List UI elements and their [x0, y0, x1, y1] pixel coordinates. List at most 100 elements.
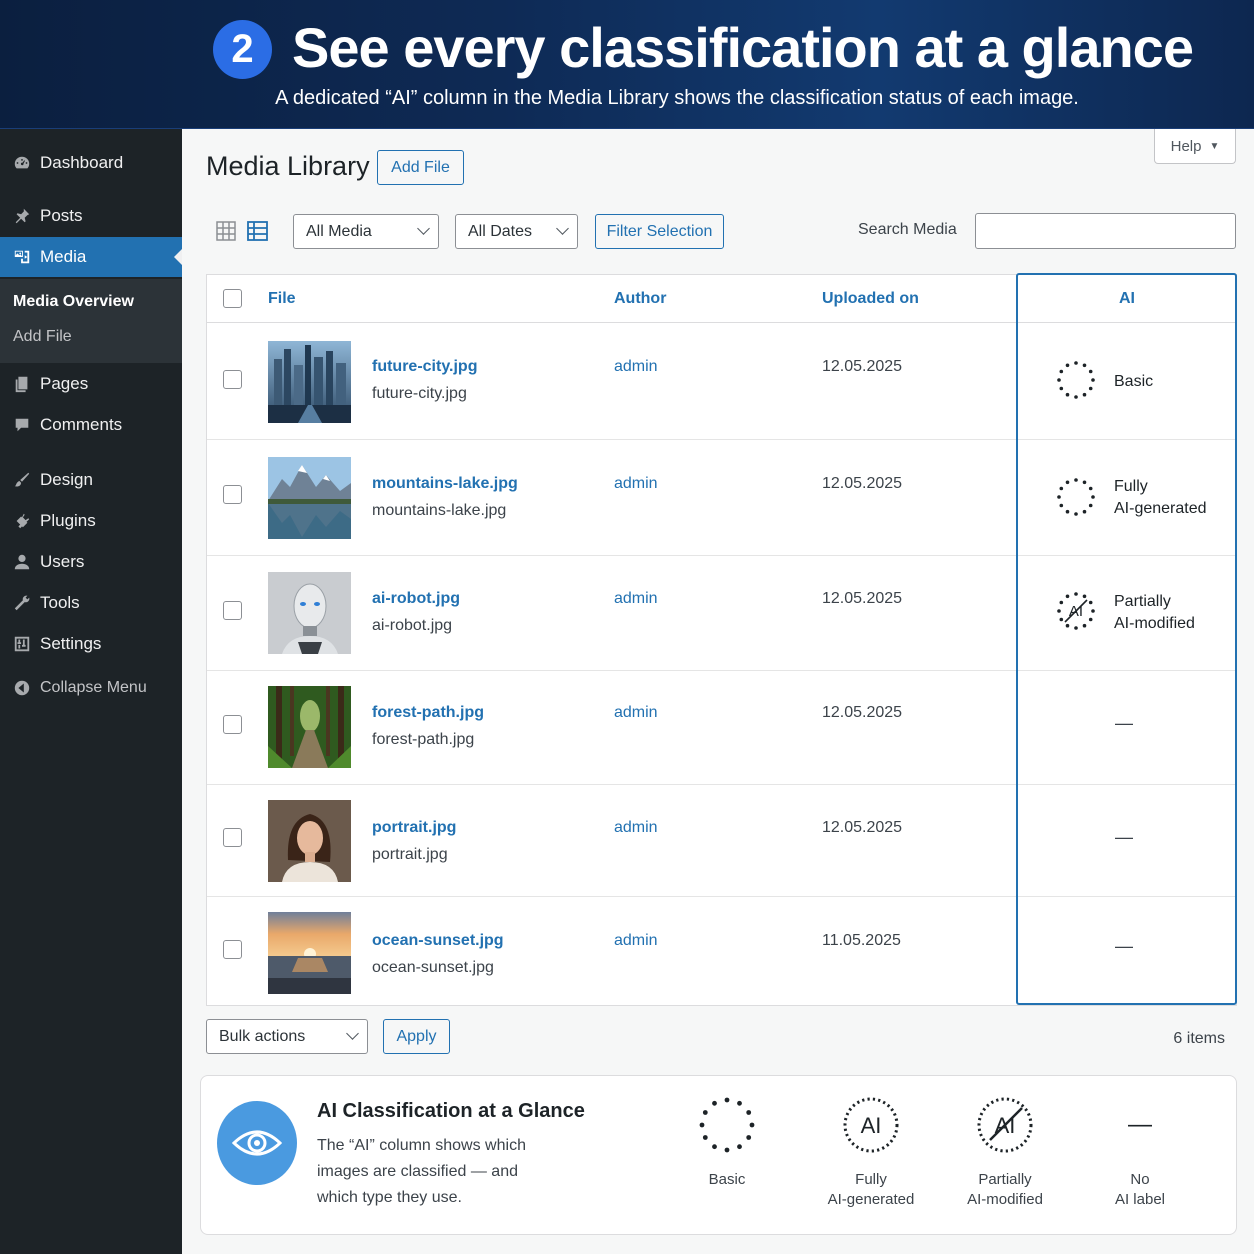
date-select[interactable]: All Dates	[455, 214, 578, 249]
ai-partially-icon: AI	[977, 1097, 1033, 1153]
page-title: Media Library	[206, 151, 370, 181]
row-checkbox[interactable]	[223, 601, 242, 620]
add-file-button[interactable]: Add File	[377, 150, 464, 185]
sidebar-item-posts[interactable]: Posts	[0, 196, 182, 236]
apply-button[interactable]: Apply	[383, 1019, 450, 1054]
author-link[interactable]: admin	[614, 475, 658, 493]
basic-icon	[699, 1097, 755, 1153]
author-link[interactable]: admin	[614, 819, 658, 837]
ai-status-cell: Fully AI-generated	[1018, 440, 1236, 556]
sidebar-item-label: Dashboard	[40, 153, 124, 172]
plug-icon	[12, 511, 32, 531]
thumbnail-mountains-lake[interactable]	[268, 457, 351, 539]
submenu-add-file[interactable]: Add File	[13, 328, 72, 346]
table-row: portrait.jpg portrait.jpg admin 12.05.20…	[207, 785, 1236, 897]
legend-description: The “AI” column shows which images are c…	[317, 1137, 526, 1206]
legend-label-line2: AI-modified	[967, 1191, 1043, 1208]
sidebar-item-label: Comments	[40, 415, 123, 434]
sidebar-item-label: Posts	[40, 206, 83, 225]
sidebar-item-plugins[interactable]: Plugins	[0, 501, 182, 541]
thumbnail-portrait[interactable]	[268, 800, 351, 882]
table-row: future-city.jpg future-city.jpg admin 12…	[207, 323, 1236, 440]
author-link[interactable]: admin	[614, 932, 658, 950]
legend-item-fully: AI Fully AI-generated	[811, 1096, 931, 1210]
legend-card: AI Classification at a Glance The “AI” c…	[200, 1075, 1237, 1235]
list-view-icon[interactable]	[247, 221, 268, 241]
author-link[interactable]: admin	[614, 590, 658, 608]
bulk-actions-value: Bulk actions	[219, 1027, 306, 1045]
comment-icon	[12, 415, 32, 435]
help-button[interactable]: Help ▼	[1154, 129, 1236, 164]
thumbnail-ocean-sunset[interactable]	[268, 912, 351, 994]
file-title-link[interactable]: mountains-lake.jpg	[372, 475, 518, 493]
column-ai[interactable]: AI	[1018, 275, 1236, 322]
help-label: Help	[1170, 137, 1202, 155]
submenu-media-overview[interactable]: Media Overview	[13, 293, 134, 311]
file-title-link[interactable]: ai-robot.jpg	[372, 590, 460, 608]
select-all-checkbox[interactable]	[223, 289, 242, 308]
legend-label-line1: No	[1130, 1171, 1150, 1188]
legend-label: No AI label	[1080, 1170, 1200, 1210]
file-title-link[interactable]: forest-path.jpg	[372, 704, 484, 722]
upload-date: 12.05.2025	[822, 819, 903, 836]
sidebar-item-comments[interactable]: Comments	[0, 405, 182, 445]
filter-selection-button[interactable]: Filter Selection	[595, 214, 724, 249]
pages-icon	[12, 374, 32, 394]
media-type-select[interactable]: All Media	[293, 214, 439, 249]
sidebar-item-users[interactable]: Users	[0, 542, 182, 582]
row-checkbox[interactable]	[223, 370, 242, 389]
row-checkbox[interactable]	[223, 828, 242, 847]
items-count: 6 items	[1173, 1030, 1225, 1047]
bulk-actions-select[interactable]: Bulk actions	[206, 1019, 368, 1054]
sidebar-item-design[interactable]: Design	[0, 460, 182, 500]
thumbnail-ai-robot[interactable]	[268, 572, 351, 654]
legend-label-line2: AI-generated	[827, 1191, 915, 1208]
file-title-link[interactable]: portrait.jpg	[372, 819, 456, 837]
column-author[interactable]: Author	[614, 275, 666, 322]
table-row: forest-path.jpg forest-path.jpg admin 12…	[207, 671, 1236, 785]
search-input[interactable]	[975, 213, 1236, 249]
upload-date: 12.05.2025	[822, 475, 903, 492]
search-label: Search Media	[858, 221, 957, 238]
table-row: ai-robot.jpg ai-robot.jpg admin 12.05.20…	[207, 556, 1236, 671]
thumbnail-future-city[interactable]	[268, 341, 351, 423]
upload-date: 12.05.2025	[822, 358, 903, 375]
author-link[interactable]: admin	[614, 704, 658, 722]
wrench-icon	[12, 593, 32, 613]
file-title-link[interactable]: future-city.jpg	[372, 358, 477, 376]
grid-view-icon[interactable]	[216, 221, 236, 241]
legend-item-basic: Basic	[667, 1096, 787, 1190]
file-name: mountains-lake.jpg	[372, 502, 507, 519]
sidebar-item-label: Users	[40, 552, 85, 571]
sidebar-item-pages[interactable]: Pages	[0, 364, 182, 404]
row-checkbox[interactable]	[223, 485, 242, 504]
thumbnail-forest-path[interactable]	[268, 686, 351, 768]
admin-sidebar: Dashboard Posts Media Media Overview Add…	[0, 129, 182, 1254]
column-uploaded[interactable]: Uploaded on	[822, 275, 919, 322]
row-checkbox[interactable]	[223, 715, 242, 734]
file-title-link[interactable]: ocean-sunset.jpg	[372, 932, 504, 950]
ai-status-label: Partially AI-modified	[1114, 591, 1195, 635]
legend-title: AI Classification at a Glance	[317, 1100, 585, 1122]
sidebar-item-label: Media	[40, 247, 87, 266]
caret-down-icon: ▼	[1209, 140, 1220, 152]
row-checkbox[interactable]	[223, 940, 242, 959]
ai-icon-text: AI	[861, 1113, 882, 1138]
ai-status-cell: —	[1018, 671, 1236, 785]
dashboard-icon	[12, 153, 32, 173]
sidebar-item-dashboard[interactable]: Dashboard	[0, 143, 182, 183]
settings-icon	[12, 634, 32, 654]
sidebar-item-tools[interactable]: Tools	[0, 583, 182, 623]
user-icon	[12, 552, 32, 572]
sidebar-item-settings[interactable]: Settings	[0, 624, 182, 664]
legend-item-none: — No AI label	[1080, 1096, 1200, 1210]
collapse-menu-button[interactable]: Collapse Menu	[0, 668, 182, 708]
eye-icon	[232, 1130, 282, 1156]
sidebar-item-media[interactable]: Media	[0, 237, 182, 277]
ai-status-label: Basic	[1114, 373, 1154, 390]
author-link[interactable]: admin	[614, 358, 658, 376]
chevron-down-icon	[346, 1027, 359, 1040]
ai-status-label: Fully AI-generated	[1114, 476, 1207, 520]
column-file[interactable]: File	[268, 275, 296, 322]
banner: 2 See every classification at a glance A…	[0, 0, 1254, 129]
